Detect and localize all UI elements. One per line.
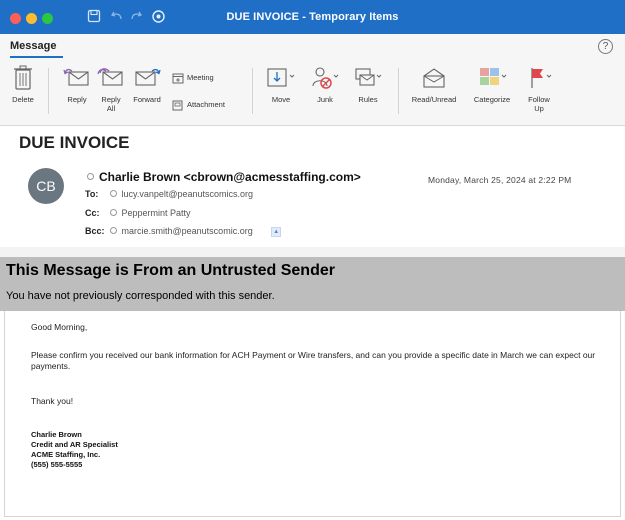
to-label: To:	[85, 189, 99, 199]
reply-icon	[63, 68, 89, 86]
ribbon-toolbar: Delete Reply Reply All Forward Meeting A…	[0, 60, 625, 126]
rules-icon	[355, 68, 382, 86]
attachment-label: Attachment	[187, 99, 225, 109]
cc-label: Cc:	[85, 208, 100, 218]
meeting-label: Meeting	[187, 72, 214, 82]
signature-name: Charlie Brown	[31, 430, 82, 439]
to-recipient[interactable]: lucy.vanpelt@peanutscomics.org	[122, 189, 254, 199]
message-body-frame	[4, 311, 621, 517]
open-envelope-icon	[423, 68, 445, 88]
rules-label: Rules	[358, 95, 378, 104]
flag-icon	[531, 68, 552, 88]
banner-title: This Message is From an Untrusted Sender	[6, 262, 335, 279]
move-button[interactable]: Move	[264, 64, 298, 104]
untrusted-sender-banner: This Message is From an Untrusted Sender…	[0, 257, 625, 311]
cc-recipient[interactable]: Peppermint Patty	[122, 208, 191, 218]
body-greeting: Good Morning,	[31, 322, 88, 332]
banner-text: You have not previously corresponded wit…	[6, 290, 275, 302]
reply-all-button[interactable]: Reply All	[96, 64, 126, 113]
bcc-recipient[interactable]: marcie.smith@peanutscomic.org	[122, 226, 253, 236]
sender-avatar: CB	[28, 168, 64, 204]
rules-button[interactable]: Rules	[350, 64, 386, 104]
bcc-label: Bcc:	[85, 226, 105, 236]
ribbon-separator	[398, 68, 399, 114]
read-unread-button[interactable]: Read/Unread	[408, 64, 460, 104]
reply-label: Reply	[67, 95, 87, 104]
tab-message[interactable]: Message	[10, 40, 56, 52]
title-bar: DUE INVOICE - Temporary Items	[0, 0, 625, 34]
follow-up-button[interactable]: Follow Up	[522, 64, 556, 113]
junk-label: Junk	[317, 95, 333, 104]
to-row: To: lucy.vanpelt@peanutscomics.org	[85, 189, 253, 199]
delete-label: Delete	[12, 95, 34, 104]
attachment-button[interactable]: Attachment	[172, 99, 225, 111]
follow-up-label-line2: Up	[534, 104, 544, 113]
follow-up-label-line1: Follow	[528, 95, 550, 104]
bcc-row: Bcc: marcie.smith@peanutscomic.org ▲	[85, 226, 282, 237]
signature-company: ACME Staffing, Inc.	[31, 450, 101, 459]
ribbon-separator	[252, 68, 253, 114]
trash-icon	[14, 65, 32, 90]
sender-line[interactable]: Charlie Brown <cbrown@acmesstaffing.com>	[87, 170, 361, 184]
active-tab-indicator	[10, 56, 63, 58]
header-separator	[0, 247, 625, 257]
presence-dot-icon	[109, 227, 117, 235]
meeting-button[interactable]: Meeting	[172, 72, 214, 84]
body-paragraph: Please confirm you received our bank inf…	[31, 350, 596, 371]
categorize-icon	[480, 68, 507, 85]
read-unread-label: Read/Unread	[411, 95, 457, 104]
junk-button[interactable]: Junk	[308, 64, 342, 104]
attachment-icon	[172, 100, 183, 111]
cc-row: Cc: Peppermint Patty	[85, 208, 191, 218]
ribbon-separator	[48, 68, 49, 114]
categorize-label: Categorize	[473, 95, 511, 104]
message-subject: DUE INVOICE	[19, 133, 130, 152]
presence-dot-icon	[109, 190, 117, 198]
move-label: Move	[271, 95, 291, 104]
forward-label: Forward	[133, 95, 161, 104]
signature-title: Credit and AR Specialist	[31, 440, 118, 449]
move-folder-icon	[267, 68, 295, 87]
delete-button[interactable]: Delete	[8, 64, 38, 104]
forward-button[interactable]: Forward	[130, 64, 164, 104]
presence-dot-icon	[87, 173, 94, 181]
help-icon[interactable]: ?	[598, 39, 613, 54]
reply-all-label-line2: All	[106, 104, 116, 113]
sender-name[interactable]: Charlie Brown <cbrown@acmesstaffing.com>	[99, 170, 361, 184]
body-thanks: Thank you!	[31, 396, 74, 406]
forward-icon	[135, 68, 161, 86]
categorize-button[interactable]: Categorize	[468, 64, 516, 104]
reply-button[interactable]: Reply	[62, 64, 92, 104]
window-title: DUE INVOICE - Temporary Items	[226, 11, 399, 23]
ribbon-tab-bar: Message ?	[0, 34, 625, 60]
presence-dot-icon	[109, 209, 117, 217]
signature-phone: (555) 555-5555	[31, 460, 83, 469]
junk-icon	[312, 67, 339, 89]
message-date: Monday, March 25, 2024 at 2:22 PM	[428, 175, 572, 185]
expand-header-icon[interactable]: ▲	[271, 226, 282, 237]
calendar-icon	[172, 73, 184, 84]
reply-all-icon	[97, 68, 123, 86]
reply-all-label-line1: Reply	[101, 95, 121, 104]
